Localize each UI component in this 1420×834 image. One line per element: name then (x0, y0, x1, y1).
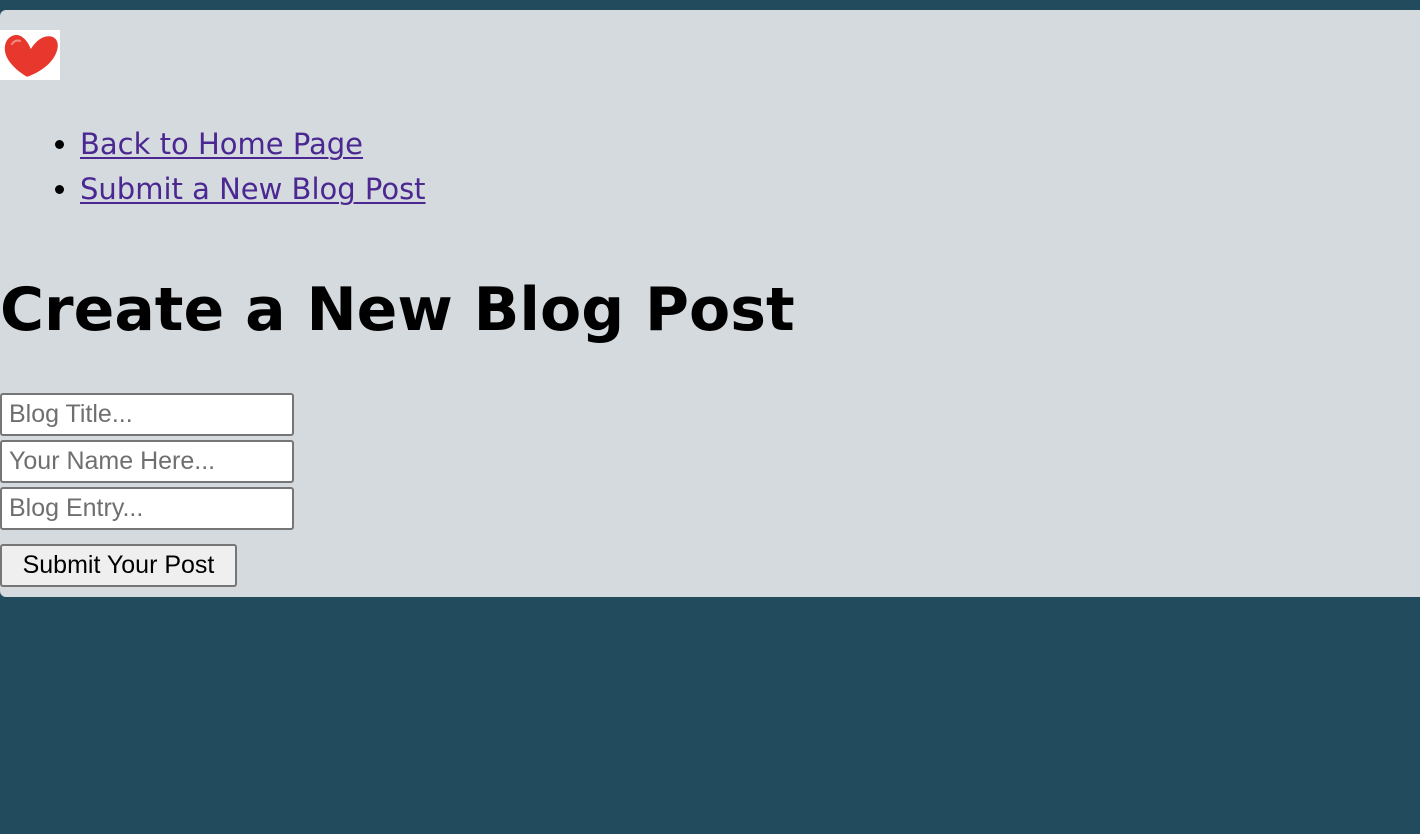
back-to-home-link[interactable]: Back to Home Page (80, 127, 363, 161)
submit-new-post-link[interactable]: Submit a New Blog Post (80, 172, 426, 206)
author-name-input[interactable] (0, 440, 294, 483)
nav-item-submit: Submit a New Blog Post (80, 167, 426, 212)
blog-title-input[interactable] (0, 393, 294, 436)
logo (0, 30, 60, 80)
page-title: Create a New Blog Post (0, 275, 795, 345)
nav-item-home: Back to Home Page (80, 122, 426, 167)
content-panel: Back to Home Page Submit a New Blog Post… (0, 10, 1420, 597)
nav-list: Back to Home Page Submit a New Blog Post (0, 122, 426, 212)
submit-post-button[interactable]: Submit Your Post (0, 544, 237, 587)
heart-icon (4, 35, 58, 77)
blog-entry-input[interactable] (0, 487, 294, 530)
